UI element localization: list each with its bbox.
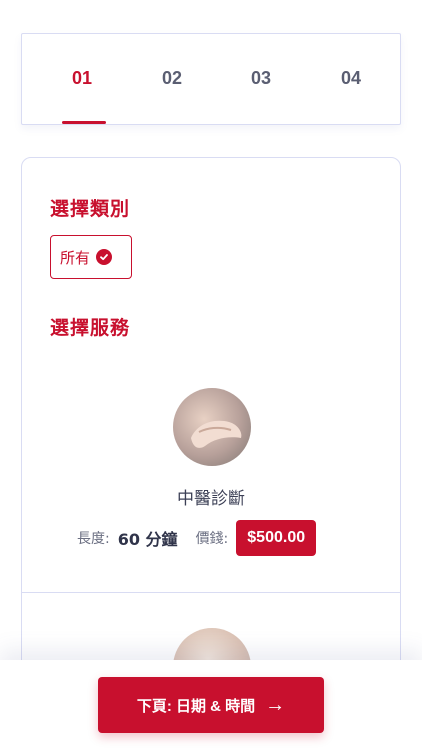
step-indicator: 01 02 03 04	[21, 33, 401, 125]
category-chip-label: 所有	[60, 248, 91, 267]
step-1[interactable]: 01	[72, 68, 92, 89]
check-icon	[96, 249, 113, 265]
service-meta: 長度: 60 分鐘 價錢: $500.00	[77, 520, 317, 556]
service-name: 中醫診斷	[177, 489, 245, 509]
hand-illustration-icon	[191, 420, 242, 448]
service-image[interactable]	[173, 388, 251, 466]
next-step-label: 下頁: 日期 & 時間	[136, 697, 256, 715]
price-label: 價錢:	[195, 531, 229, 547]
active-step-underline	[62, 121, 106, 124]
step-2[interactable]: 02	[162, 68, 182, 89]
service-divider	[22, 592, 400, 593]
next-step-button[interactable]: 下頁: 日期 & 時間 →	[98, 677, 324, 733]
service-title: 選擇服務	[50, 317, 131, 339]
category-chip-all[interactable]: 所有	[50, 235, 132, 279]
step-4[interactable]: 04	[341, 68, 361, 89]
step-3[interactable]: 03	[251, 68, 271, 89]
category-title: 選擇類別	[50, 198, 131, 220]
bottom-bar: 下頁: 日期 & 時間 →	[0, 660, 422, 750]
duration-value: 60 分鐘	[117, 530, 178, 549]
duration-label: 長度:	[77, 531, 110, 547]
arrow-right-icon: →	[265, 694, 286, 716]
price-badge: $500.00	[236, 520, 317, 556]
